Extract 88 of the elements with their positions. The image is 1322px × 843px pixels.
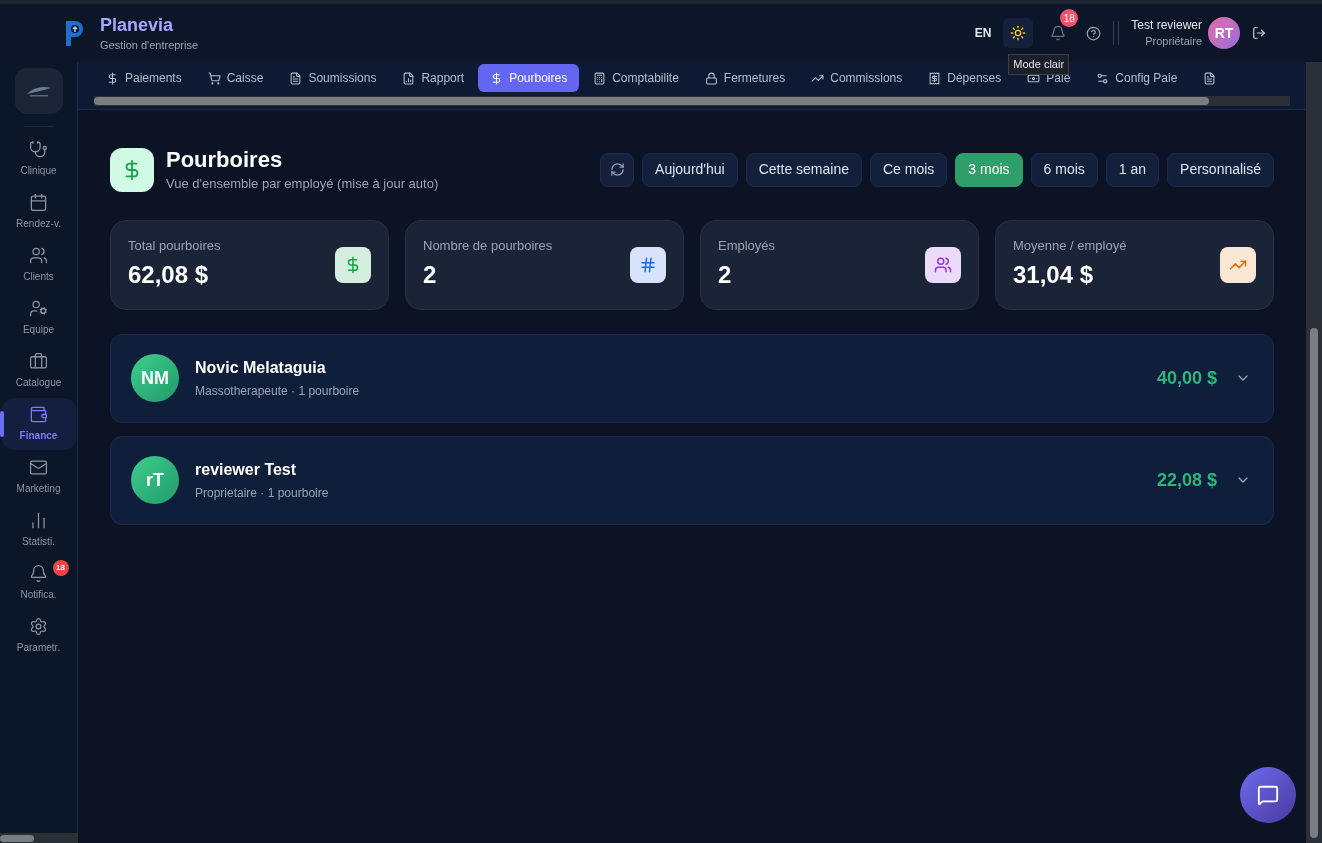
notification-badge: 18 xyxy=(1060,9,1079,27)
chat-icon xyxy=(1257,784,1279,806)
employee-row[interactable]: rT reviewer Test Proprietaire · 1 pourboire 22,08 $ xyxy=(110,435,1274,525)
language-button[interactable]: EN xyxy=(974,24,992,42)
calculator-icon xyxy=(593,71,607,85)
brand-name: Planevia xyxy=(100,13,175,37)
settings-icon xyxy=(29,617,48,636)
bell-icon xyxy=(1050,25,1067,41)
period-button[interactable]: 1 an xyxy=(1105,152,1160,187)
sidebar-item[interactable]: Notifica. 18 xyxy=(1,557,76,609)
tab[interactable]: Soumissions xyxy=(277,64,389,92)
lock-icon xyxy=(704,71,718,85)
tab[interactable]: Commissions xyxy=(799,64,915,92)
stat-value: 2 xyxy=(423,260,438,291)
tab[interactable]: Paiements xyxy=(94,64,194,92)
page-icon xyxy=(110,147,154,192)
scrollbar-thumb[interactable] xyxy=(0,835,34,842)
stat-label: Moyenne / employé xyxy=(1013,236,1127,255)
page-subtitle: Vue d'ensemble par employé (mise à jour auto) xyxy=(166,175,439,193)
sidebar-item[interactable]: Equipe xyxy=(1,292,76,344)
stat-label: Employés xyxy=(718,236,776,255)
wallet-icon xyxy=(29,405,48,424)
employee-name: reviewer Test xyxy=(195,460,298,480)
tab[interactable]: Fermetures xyxy=(692,64,798,92)
sidebar-item[interactable]: Clinique xyxy=(1,133,76,185)
mail-icon xyxy=(29,458,48,477)
stethoscope-icon xyxy=(29,140,48,159)
tooltip: Mode clair xyxy=(1008,54,1070,75)
period-button[interactable]: Personnalisé xyxy=(1167,152,1274,187)
employee-details: Proprietaire · 1 pourboire xyxy=(195,485,329,502)
document-icon xyxy=(1203,71,1217,85)
notification-badge: 18 xyxy=(52,560,69,576)
sidebar-item[interactable]: Statisti. xyxy=(1,504,76,556)
user-name: Test reviewer xyxy=(1131,17,1202,33)
employee-amount: 40,00 $ xyxy=(1156,366,1217,390)
scrollbar[interactable] xyxy=(1306,62,1322,843)
brand-tagline: Gestion d'entreprise xyxy=(100,37,199,53)
refresh-icon xyxy=(609,162,625,178)
period-button[interactable]: 6 mois xyxy=(1030,152,1098,187)
tab[interactable]: Config Paie xyxy=(1084,64,1190,92)
users-icon xyxy=(29,246,48,265)
stat-value: 62,08 $ xyxy=(128,260,210,291)
bell-icon xyxy=(29,564,48,583)
sidebar-item[interactable]: Catalogue xyxy=(1,345,76,397)
receipt-icon xyxy=(928,71,942,85)
scrollbar-thumb[interactable] xyxy=(1310,328,1318,838)
chat-button[interactable] xyxy=(1240,767,1296,823)
employee-name: Novic Melataguia xyxy=(195,358,327,378)
employee-row[interactable]: NM Novic Melataguia Massotherapeute · 1 pourboire 40,00 $ xyxy=(110,333,1274,423)
stat-value: 2 xyxy=(718,260,733,291)
sliders-icon xyxy=(1096,71,1110,85)
user-gear-icon xyxy=(29,299,48,318)
page-title: Pourboires xyxy=(166,146,284,174)
dollar-icon xyxy=(106,71,119,85)
sun-icon xyxy=(1010,25,1027,41)
sidebar-item[interactable]: Clients xyxy=(1,239,76,291)
stat-label: Total pourboires xyxy=(128,236,221,255)
bar-chart-icon xyxy=(29,511,48,530)
period-button[interactable]: Aujourd'hui xyxy=(642,152,738,187)
period-button[interactable]: Ce mois xyxy=(870,152,948,187)
cart-icon xyxy=(207,71,221,85)
organization-logo-icon xyxy=(14,68,63,114)
employee-details: Massotherapeute · 1 pourboire xyxy=(195,383,360,400)
sidebar-item[interactable]: Finance xyxy=(1,398,76,450)
tab[interactable]: Comptabilite xyxy=(581,64,691,92)
tab[interactable]: Rapport xyxy=(390,64,477,92)
sidebar-item[interactable]: Parametr. xyxy=(1,610,76,662)
tab[interactable]: Pourboires xyxy=(478,64,580,92)
sidebar-item[interactable]: Marketing xyxy=(1,451,76,503)
employee-avatar: NM xyxy=(131,354,179,402)
stat-label: Nombre de pourboires xyxy=(423,236,553,255)
calendar-icon xyxy=(29,193,48,212)
employee-amount: 22,08 $ xyxy=(1156,468,1217,492)
user-role: Propriétaire xyxy=(1145,34,1202,49)
stat-value: 31,04 $ xyxy=(1013,260,1095,291)
sidebar-item[interactable]: Rendez-v. xyxy=(1,186,76,238)
theme-toggle[interactable] xyxy=(1003,18,1034,48)
refresh-button[interactable] xyxy=(600,152,635,187)
tab[interactable]: Caisse xyxy=(195,64,276,92)
scrollbar[interactable] xyxy=(94,96,1290,106)
scrollbar[interactable] xyxy=(0,833,78,843)
period-button[interactable]: Cette semaine xyxy=(745,152,862,187)
employee-avatar: rT xyxy=(131,456,179,504)
document-icon xyxy=(289,71,303,85)
scrollbar-thumb[interactable] xyxy=(94,97,1209,105)
report-icon xyxy=(402,71,416,85)
briefcase-icon xyxy=(29,352,48,371)
logout-button[interactable] xyxy=(1252,26,1266,40)
